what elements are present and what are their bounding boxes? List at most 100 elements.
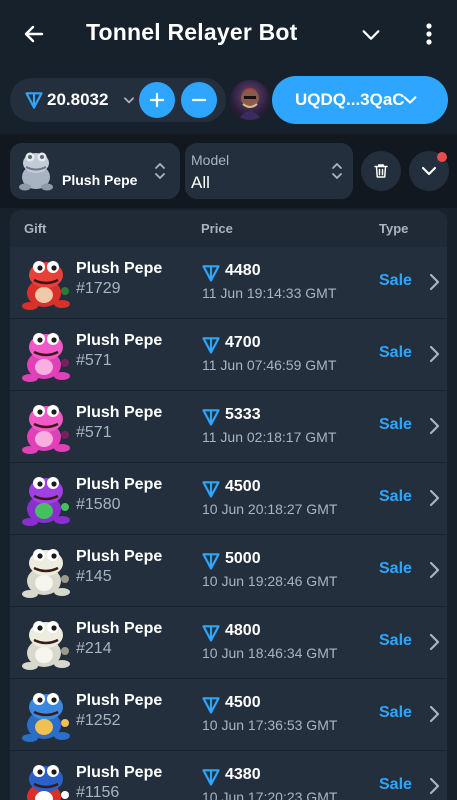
column-header-gift: Gift (24, 221, 47, 236)
sale-type: Sale (379, 344, 412, 361)
sale-price: 4480 (225, 262, 261, 279)
sale-date: 10 Jun 17:36:53 GMT (202, 717, 338, 733)
gift-number: #1156 (76, 784, 120, 800)
plush-pepe-image (22, 333, 70, 382)
table-header: Gift Price Type (10, 210, 447, 247)
column-header-price: Price (201, 221, 233, 236)
gift-filter-select[interactable]: Plush Pepe (10, 143, 180, 199)
model-filter-value: All (191, 173, 210, 192)
sort-updown-icon (332, 163, 342, 179)
chevron-down-icon (421, 166, 437, 176)
plush-pepe-image (27, 765, 69, 800)
sale-type: Sale (379, 272, 412, 289)
sale-type: Sale (379, 776, 412, 793)
table-row[interactable]: Plush Pepe #145 5000 10 Jun 19:28:46 GMT Sal… (10, 535, 447, 607)
chevron-right-icon (429, 705, 440, 723)
ton-icon (202, 409, 220, 426)
table-row[interactable]: Plush Pepe #1252 4500 10 Jun 17:36:53 GMT Sa… (10, 679, 447, 751)
chevron-right-icon (429, 417, 440, 435)
more-vertical-icon (426, 23, 432, 45)
collapse-button[interactable] (356, 20, 386, 50)
gift-filter-label: Plush Pepe (62, 172, 138, 188)
clear-filters-button[interactable] (361, 151, 401, 191)
sale-date: 11 Jun 02:18:17 GMT (202, 429, 337, 445)
more-menu-button[interactable] (416, 18, 442, 50)
ton-icon (202, 265, 220, 282)
gift-name: Plush Pepe (76, 548, 163, 565)
chevron-right-icon (429, 633, 440, 651)
filter-bar: Plush Pepe Model All (0, 134, 457, 208)
app-title: Tonnel Relayer Bot (86, 19, 298, 45)
gift-name: Plush Pepe (76, 620, 163, 637)
balance-value: 20.8032 (47, 90, 109, 109)
plush-pepe-image (22, 477, 70, 526)
gift-number: #571 (76, 352, 112, 369)
gift-number: #145 (76, 568, 112, 585)
back-button[interactable] (18, 18, 50, 50)
avatar[interactable] (230, 80, 270, 120)
sale-price: 4500 (225, 694, 261, 711)
chevron-right-icon (429, 777, 440, 795)
table-row[interactable]: Plush Pepe #1580 4500 10 Jun 20:18:27 GMT Sa… (10, 463, 447, 535)
gift-name: Plush Pepe (76, 332, 163, 349)
sale-date: 11 Jun 19:14:33 GMT (202, 285, 337, 301)
gift-number: #214 (76, 640, 112, 657)
minus-icon (191, 98, 207, 102)
table-row[interactable]: Plush Pepe #571 4700 11 Jun 07:46:59 GMT Sal… (10, 319, 447, 391)
gift-name: Plush Pepe (76, 764, 163, 781)
sale-price: 4700 (225, 334, 261, 351)
chevron-down-icon (403, 96, 417, 104)
deposit-button[interactable] (139, 82, 175, 118)
table-row[interactable]: Plush Pepe #214 4800 10 Jun 18:46:34 GMT Sal… (10, 607, 447, 679)
chevron-down-icon (362, 30, 380, 40)
model-filter-caption: Model (191, 152, 230, 168)
avatar-image (238, 88, 262, 120)
sale-date: 10 Jun 20:18:27 GMT (202, 501, 338, 517)
chevron-right-icon (429, 489, 440, 507)
gift-name: Plush Pepe (76, 404, 163, 421)
wallet-row: 20.8032 UQDQ...3QaC (0, 68, 457, 132)
sale-date: 10 Jun 17:20:23 GMT (202, 789, 338, 800)
gift-name: Plush Pepe (76, 692, 163, 709)
plush-pepe-thumbnail (19, 152, 53, 191)
plus-icon (149, 92, 165, 108)
sale-type: Sale (379, 488, 412, 505)
plush-pepe-image (22, 405, 70, 454)
plush-pepe-image (22, 621, 70, 670)
ton-icon (202, 553, 220, 570)
sale-type: Sale (379, 704, 412, 721)
ton-icon (25, 92, 43, 109)
wallet-address-button[interactable]: UQDQ...3QaC (272, 76, 448, 124)
plush-pepe-image (22, 261, 70, 310)
gift-number: #1580 (76, 496, 121, 513)
ton-icon (202, 769, 220, 786)
sale-date: 10 Jun 19:28:46 GMT (202, 573, 338, 589)
plush-pepe-image (22, 549, 70, 598)
gift-name: Plush Pepe (76, 260, 163, 277)
table-row[interactable]: Plush Pepe #1156 4380 10 Jun 17:20:23 GMT Sa… (10, 751, 447, 800)
model-filter-select[interactable]: Model All (185, 143, 353, 199)
ton-icon (202, 625, 220, 642)
sale-price: 4800 (225, 622, 261, 639)
balance-pill[interactable]: 20.8032 (10, 78, 226, 122)
table-row[interactable]: Plush Pepe #571 5333 11 Jun 02:18:17 GMT Sal… (10, 391, 447, 463)
sale-price: 4380 (225, 766, 261, 783)
gift-sales-table: Gift Price Type Plush Pepe #1729 4480 11 Ju… (10, 210, 447, 800)
ton-icon (202, 697, 220, 714)
chevron-right-icon (429, 273, 440, 291)
chevron-right-icon (429, 561, 440, 579)
sale-price: 4500 (225, 478, 261, 495)
sale-date: 11 Jun 07:46:59 GMT (202, 357, 337, 373)
wallet-address: UQDQ...3QaC (295, 90, 405, 109)
gift-number: #1252 (76, 712, 121, 729)
sale-price: 5000 (225, 550, 261, 567)
ton-icon (202, 481, 220, 498)
ton-icon (202, 337, 220, 354)
column-header-type: Type (379, 221, 409, 236)
withdraw-button[interactable] (181, 82, 217, 118)
arrow-left-icon (24, 25, 44, 43)
notification-dot (437, 152, 447, 162)
plush-pepe-image (22, 693, 70, 742)
sale-type: Sale (379, 416, 412, 433)
table-row[interactable]: Plush Pepe #1729 4480 11 Jun 19:14:33 GMT Sa… (10, 247, 447, 319)
